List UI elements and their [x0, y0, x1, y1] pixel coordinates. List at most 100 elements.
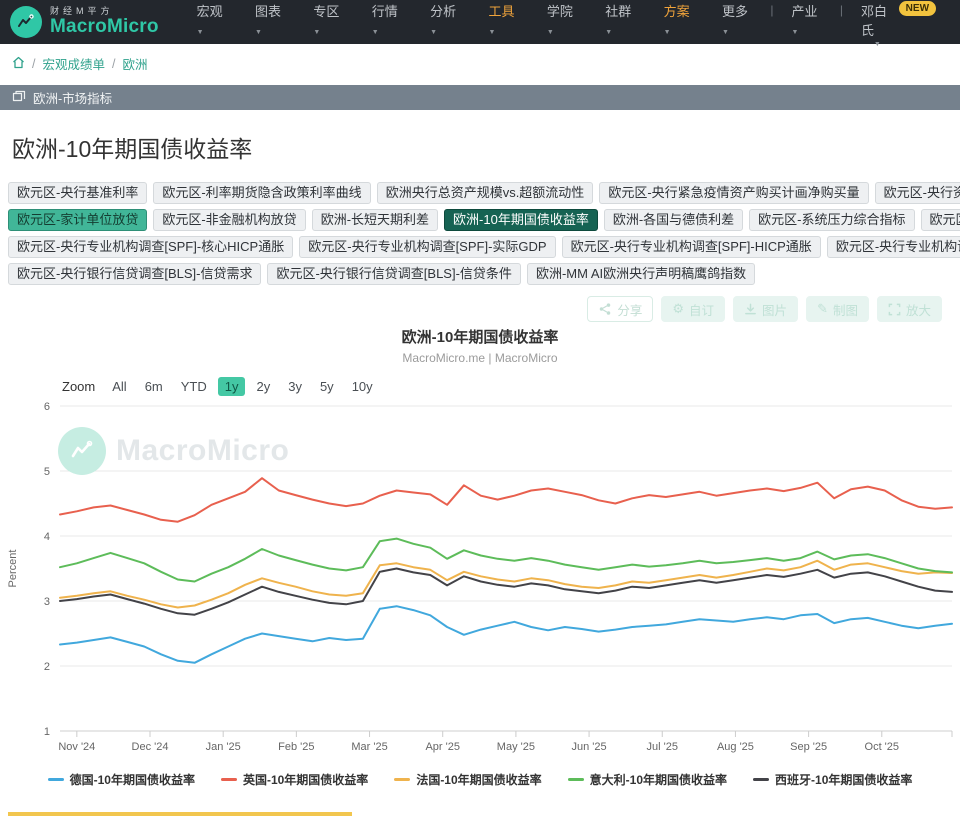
- chevron-down-icon: ▼: [372, 29, 379, 36]
- nav-item-3[interactable]: 行情▼: [358, 0, 416, 39]
- chevron-down-icon: ▼: [313, 29, 320, 36]
- chip[interactable]: 欧元区-利率期货隐含政策利率曲线: [153, 182, 370, 204]
- expand-icon: [888, 303, 901, 316]
- series-line-1: [60, 478, 952, 522]
- chip[interactable]: 欧元区-央行银行信贷调查[BLS]-信贷条件: [267, 263, 520, 285]
- x-tick-label: Dec '24: [132, 741, 169, 753]
- nav-item-9[interactable]: 更多▼: [708, 0, 766, 39]
- chevron-down-icon: ▼: [197, 29, 204, 36]
- chip[interactable]: 欧元区-央行专业机构调查[SPF]-核心HICP通胀: [8, 236, 293, 258]
- home-icon[interactable]: [12, 56, 25, 72]
- nav-item-4[interactable]: 分析▼: [416, 0, 474, 39]
- nav-item-label: 学院: [547, 4, 573, 19]
- chart-subtitle: MacroMicro.me | MacroMicro: [0, 351, 960, 365]
- chip[interactable]: 欧元区-央行专业机构调查[SP: [827, 236, 960, 258]
- legend-swatch: [48, 778, 64, 781]
- legend-item[interactable]: 德国-10年期国债收益率: [48, 771, 195, 788]
- zoom-option-2y[interactable]: 2y: [249, 377, 277, 396]
- chevron-down-icon: ▼: [430, 29, 437, 36]
- 图片-button[interactable]: 图片: [733, 296, 798, 322]
- y-tick-label: 2: [44, 661, 50, 673]
- chip[interactable]: 欧元区-非金融机构放贷: [153, 209, 305, 231]
- y-tick-label: 5: [44, 466, 50, 478]
- chip[interactable]: 欧洲-各国与德债利差: [604, 209, 743, 231]
- chips-row: 欧元区-央行基准利率欧元区-利率期货隐含政策利率曲线欧洲央行总资产规模vs.超额…: [8, 182, 960, 204]
- chip[interactable]: 欧洲-MM AI欧洲央行声明稿鹰鸽指数: [527, 263, 755, 285]
- 自订-button[interactable]: ⚙自订: [661, 296, 725, 322]
- chart-plot: 123456PercentNov '24Dec '24Jan '25Feb '2…: [0, 396, 960, 756]
- legend-label: 意大利-10年期国债收益率: [590, 771, 727, 788]
- legend-item[interactable]: 意大利-10年期国债收益率: [568, 771, 727, 788]
- zoom-option-All[interactable]: All: [105, 377, 133, 396]
- folder-icon: [12, 89, 26, 107]
- section-bar: 欧洲-市场指标: [0, 85, 960, 110]
- zoom-option-6m[interactable]: 6m: [138, 377, 170, 396]
- chip[interactable]: 欧元区-消费: [921, 209, 960, 231]
- chip[interactable]: 欧元区-央行银行信贷调查[BLS]-信贷需求: [8, 263, 261, 285]
- chevron-down-icon: ▼: [664, 29, 671, 36]
- chip[interactable]: 欧洲-10年期国债收益率: [444, 209, 598, 231]
- chart-toolbar: 分享 ⚙自订图片 ✎制图放大: [0, 290, 960, 324]
- x-tick-label: Jan '25: [206, 741, 241, 753]
- chip[interactable]: 欧洲央行总资产规模vs.超额流动性: [377, 182, 594, 204]
- nav-item-label: 更多: [722, 4, 748, 19]
- 制图-button[interactable]: ✎制图: [806, 296, 869, 322]
- breadcrumb-link-scorecard[interactable]: 宏观成绩单: [42, 54, 105, 73]
- legend: 德国-10年期国债收益率 英国-10年期国债收益率 法国-10年期国债收益率 意大利-…: [0, 761, 960, 788]
- zoom-label: Zoom: [62, 379, 95, 394]
- gear-icon: ⚙: [672, 302, 684, 316]
- legend-item[interactable]: 法国-10年期国债收益率: [394, 771, 541, 788]
- new-badge: NEW: [899, 1, 936, 16]
- zoom-option-3y[interactable]: 3y: [281, 377, 309, 396]
- y-tick-label: 1: [44, 726, 50, 738]
- chip[interactable]: 欧元区-央行紧急疫情资产购买计画净购买量: [599, 182, 868, 204]
- nav-item-0[interactable]: 宏观 ▼: [183, 0, 241, 39]
- zoom-option-10y[interactable]: 10y: [345, 377, 380, 396]
- nav-item-label: 专区: [313, 4, 339, 19]
- chips-row: 欧元区-央行银行信贷调查[BLS]-信贷需求欧元区-央行银行信贷调查[BLS]-…: [8, 263, 960, 285]
- chip[interactable]: 欧元区-央行专业机构调查[SPF]-HICP通胀: [562, 236, 821, 258]
- chip[interactable]: 欧元区-家计单位放贷: [8, 209, 147, 231]
- chart-title: 欧洲-10年期国债收益率: [0, 326, 960, 347]
- legend-label: 德国-10年期国债收益率: [70, 771, 195, 788]
- nav-item-7[interactable]: 社群▼: [591, 0, 649, 39]
- x-tick-label: Jun '25: [572, 741, 607, 753]
- brand-logo[interactable]: 财经M平方 MacroMicro: [10, 6, 159, 38]
- nav-item-6[interactable]: 学院▼: [533, 0, 591, 39]
- chips-row: 欧元区-家计单位放贷欧元区-非金融机构放贷欧洲-长短天期利差欧洲-10年期国债收…: [8, 209, 960, 231]
- legend-label: 英国-10年期国债收益率: [243, 771, 368, 788]
- section-bar-label: 欧洲-市场指标: [33, 88, 112, 107]
- nav-item-label: 宏观: [197, 4, 223, 19]
- 放大-button[interactable]: 放大: [877, 296, 942, 322]
- legend-swatch: [221, 778, 237, 781]
- legend-label: 法国-10年期国债收益率: [416, 771, 541, 788]
- zoom-option-1y[interactable]: 1y: [218, 377, 246, 396]
- zoom-option-5y[interactable]: 5y: [313, 377, 341, 396]
- nav-item-2[interactable]: 专区 ▼: [299, 0, 357, 39]
- nav-separator: |: [836, 0, 847, 17]
- nav-item-13[interactable]: 邓白氏▼NEW: [847, 0, 950, 48]
- x-tick-label: Aug '25: [717, 741, 754, 753]
- breadcrumb-link-europe[interactable]: 欧洲: [122, 54, 147, 73]
- nav-item-11[interactable]: 产业▼: [778, 0, 836, 39]
- chip[interactable]: 欧洲-长短天期利差: [312, 209, 438, 231]
- breadcrumb: / 宏观成绩单 / 欧洲: [0, 44, 960, 81]
- navbar: 财经M平方 MacroMicro 宏观▼图表▼专区▼行情▼分析▼工具▼学院▼社群…: [0, 0, 960, 44]
- nav-item-5[interactable]: 工具▼: [475, 0, 533, 39]
- chevron-down-icon: ▼: [255, 29, 262, 36]
- chip[interactable]: 欧元区-央行专业机构调查[SPF]-实际GDP: [299, 236, 555, 258]
- 分享-button[interactable]: 分享: [587, 296, 653, 322]
- nav-separator: |: [766, 0, 777, 17]
- brand-name: MacroMicro: [50, 17, 159, 37]
- x-tick-label: May '25: [497, 741, 535, 753]
- series-line-2: [60, 561, 952, 608]
- legend-item[interactable]: 英国-10年期国债收益率: [221, 771, 368, 788]
- chip[interactable]: 欧元区-央行基准利率: [8, 182, 147, 204]
- chip[interactable]: 欧元区-系统压力综合指标: [749, 209, 914, 231]
- zoom-option-YTD[interactable]: YTD: [174, 377, 214, 396]
- nav-item-label: 图表: [255, 4, 281, 19]
- nav-item-1[interactable]: 图表 ▼: [241, 0, 299, 39]
- chip[interactable]: 欧元区-央行资产负: [875, 182, 960, 204]
- nav-item-8[interactable]: 方案▼: [650, 0, 708, 39]
- legend-item[interactable]: 西班牙-10年期国债收益率: [753, 771, 912, 788]
